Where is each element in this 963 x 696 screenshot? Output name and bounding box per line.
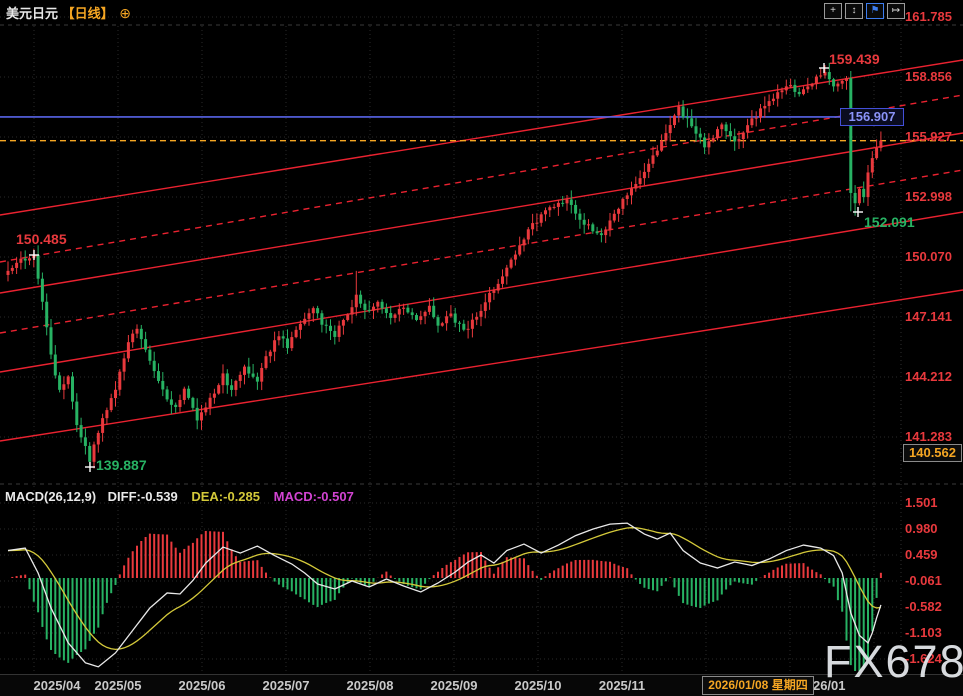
axis-scale-icon[interactable]: ↕ bbox=[845, 3, 863, 19]
macd-diff-value: DIFF:-0.539 bbox=[108, 489, 178, 504]
detach-window-icon[interactable]: ↦ bbox=[887, 3, 905, 19]
auto-follow-icon[interactable]: ⚑ bbox=[866, 3, 884, 19]
blue-level-price-tag: 156.907 bbox=[840, 108, 904, 126]
price-macd-canvas[interactable] bbox=[0, 0, 963, 674]
brand-watermark: FX678 bbox=[824, 636, 963, 688]
time-axis-label: 2025/09 bbox=[431, 678, 478, 693]
macd-macd-value: MACD:-0.507 bbox=[274, 489, 354, 504]
time-axis-label: 2025/07 bbox=[263, 678, 310, 693]
chart-toolbar: +↕⚑↦ bbox=[824, 3, 905, 19]
chart-window: 美元日元 【日线】 ⊕ +↕⚑↦ 161.785158.856155.92715… bbox=[0, 0, 963, 696]
time-axis-label: 2025/06 bbox=[179, 678, 226, 693]
pan-tool-icon[interactable]: + bbox=[824, 3, 842, 19]
time-axis-label: 2025/10 bbox=[515, 678, 562, 693]
macd-dea-value: DEA:-0.285 bbox=[191, 489, 260, 504]
time-axis-label: 2025/08 bbox=[347, 678, 394, 693]
time-axis[interactable]: 2026/01/08 星期四 2025/04 2025/05 2025/06 2025… bbox=[0, 674, 963, 696]
time-axis-label: 2025/05 bbox=[95, 678, 142, 693]
crosshair-price-tag: 140.562 bbox=[903, 444, 962, 462]
time-axis-label: 2025/11 bbox=[599, 678, 645, 693]
macd-header: MACD(26,12,9) DIFF:-0.539 DEA:-0.285 MAC… bbox=[5, 489, 354, 504]
time-axis-label: 2025/04 bbox=[34, 678, 81, 693]
crosshair-date-tag: 2026/01/08 星期四 bbox=[702, 676, 814, 695]
macd-params: MACD(26,12,9) bbox=[5, 489, 96, 504]
